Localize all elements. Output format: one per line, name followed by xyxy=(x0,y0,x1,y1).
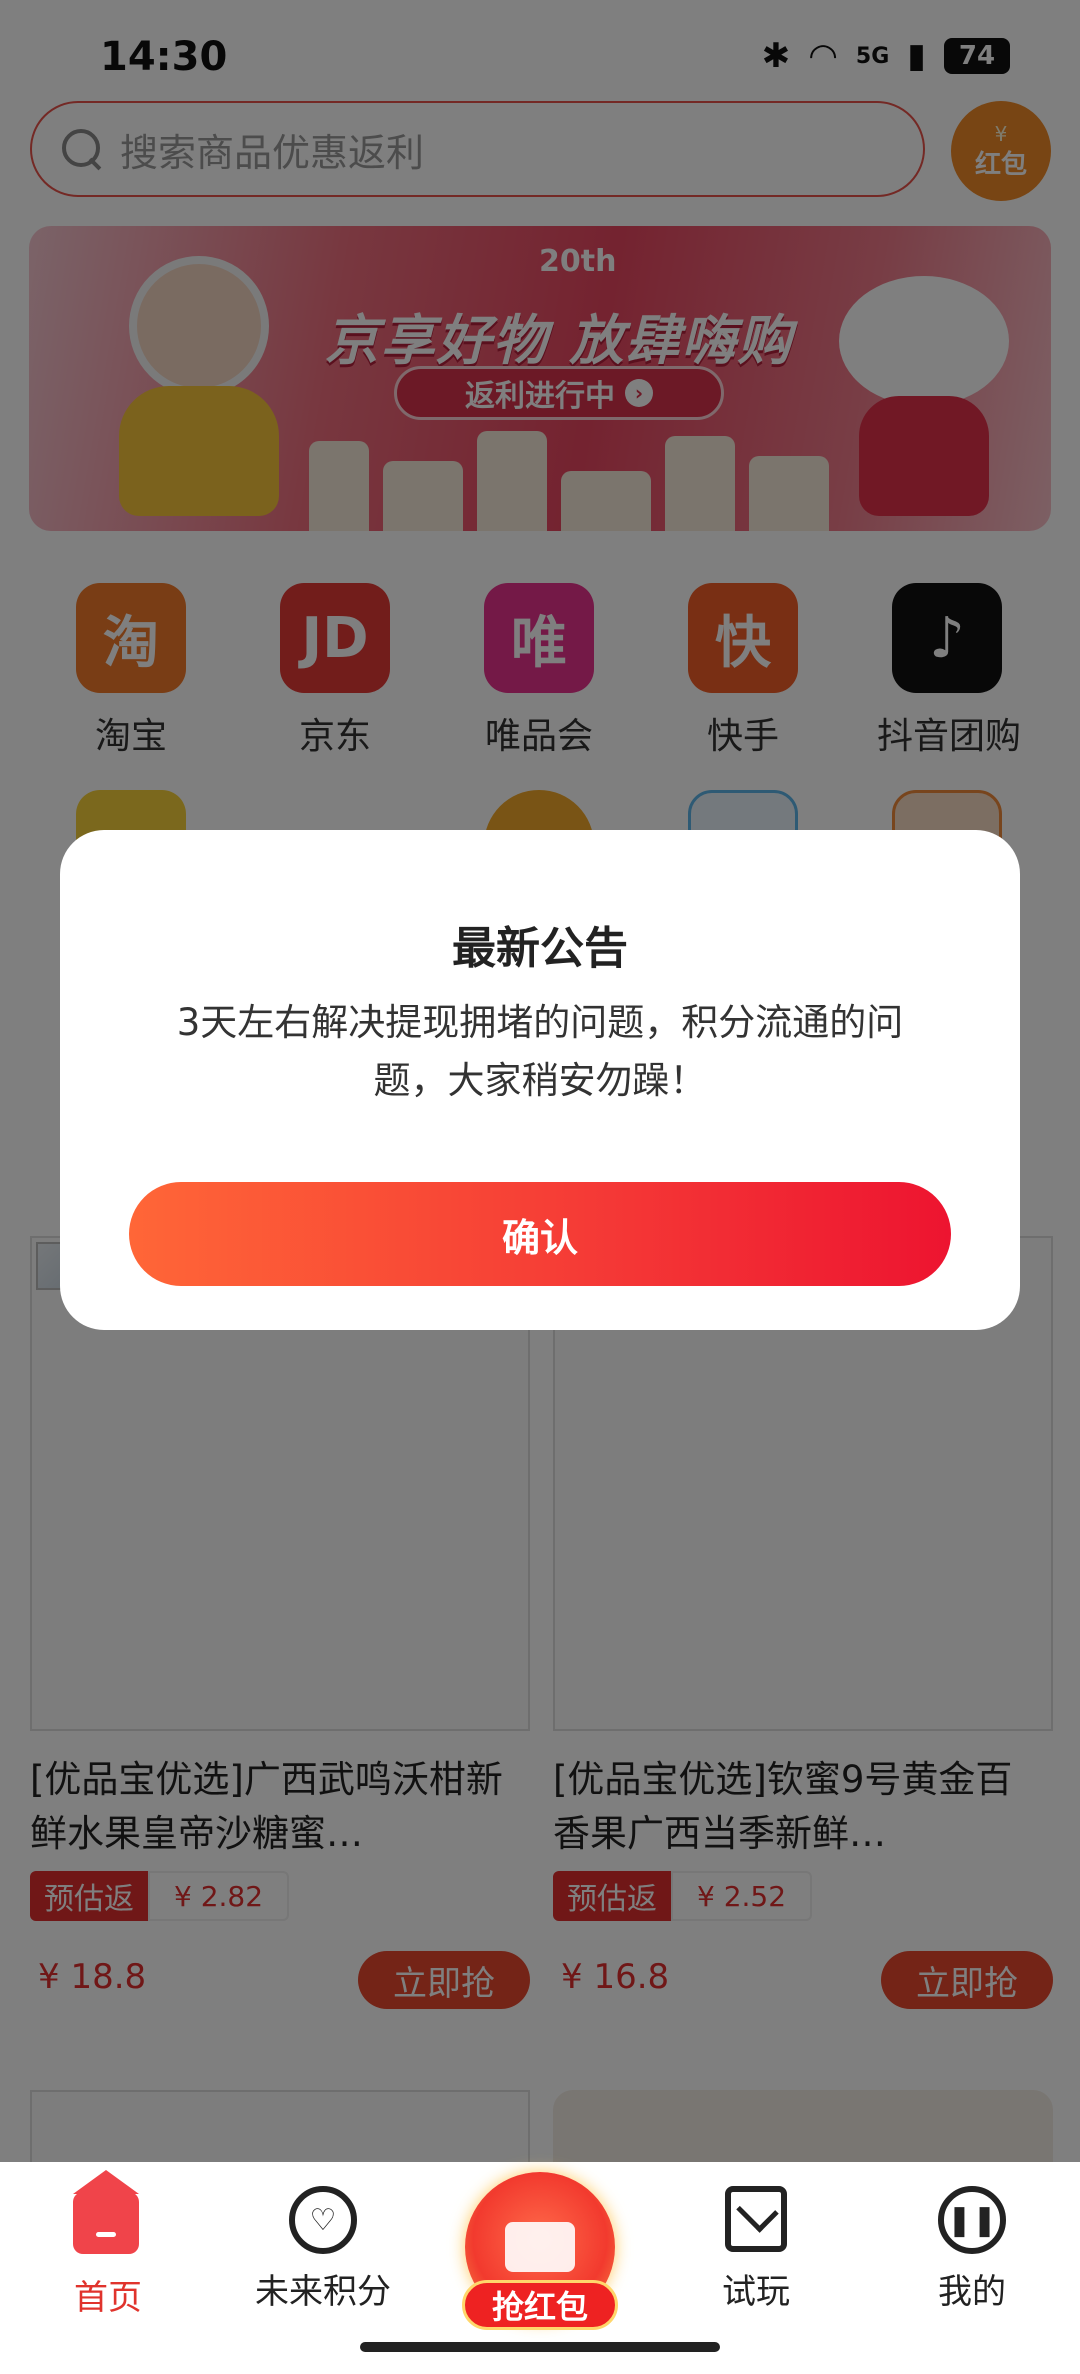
tab-grab-redpacket[interactable]: 抢红包 xyxy=(462,2172,618,2330)
home-indicator[interactable] xyxy=(360,2342,720,2352)
tab-label: 我的 xyxy=(938,2272,1006,2312)
tab-future-points[interactable]: ♡ 未来积分 xyxy=(223,2186,423,2313)
tab-label: 抢红包 xyxy=(462,2280,618,2330)
heart-circle-icon: ♡ xyxy=(289,2186,357,2254)
dialog-message: 3天左右解决提现拥堵的问题，积分流通的问题，大家稍安勿躁！ xyxy=(176,1001,904,1102)
mail-icon xyxy=(725,2186,787,2252)
home-icon xyxy=(73,2170,139,2254)
profile-face-icon: ❚❚ xyxy=(938,2186,1006,2254)
tab-mine[interactable]: ❚❚ 我的 xyxy=(872,2186,1072,2313)
confirm-button[interactable]: 确认 xyxy=(129,1182,951,1286)
tab-label: 首页 xyxy=(74,2278,142,2318)
announcement-dialog: 最新公告 3天左右解决提现拥堵的问题，积分流通的问题，大家稍安勿躁！ 确认 xyxy=(60,830,1020,1330)
dialog-title: 最新公告 xyxy=(452,923,628,974)
tab-label: 试玩 xyxy=(722,2272,790,2312)
tab-trial-play[interactable]: 试玩 xyxy=(656,2186,856,2313)
tab-home[interactable]: 首页 xyxy=(8,2170,208,2319)
tab-label: 未来积分 xyxy=(255,2272,391,2312)
